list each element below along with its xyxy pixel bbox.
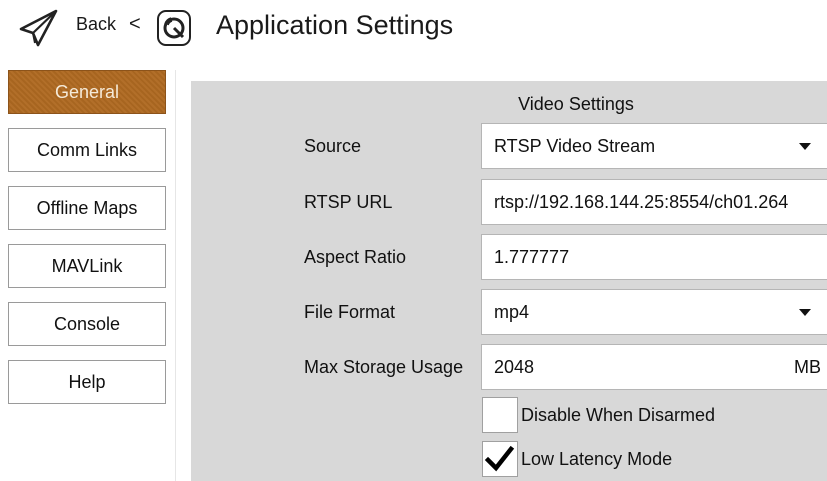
- aspect-ratio-input[interactable]: 1.777777: [481, 234, 827, 280]
- disable-when-disarmed-checkbox[interactable]: [482, 397, 518, 433]
- chevron-down-icon: [799, 143, 811, 150]
- max-storage-value: 2048: [494, 356, 535, 377]
- file-format-value: mp4: [494, 301, 530, 322]
- source-dropdown[interactable]: RTSP Video Stream: [481, 123, 827, 169]
- file-format-label: File Format: [304, 302, 396, 322]
- source-label: Source: [304, 136, 362, 156]
- paper-plane-icon[interactable]: [18, 7, 60, 49]
- section-title: Video Settings: [518, 94, 634, 114]
- sidebar-item-general[interactable]: General: [8, 70, 166, 114]
- breadcrumb-separator: <: [129, 13, 141, 35]
- rtsp-url-label: RTSP URL: [304, 192, 393, 212]
- chevron-down-icon: [799, 309, 811, 316]
- sidebar-item-console[interactable]: Console: [8, 302, 166, 346]
- file-format-dropdown[interactable]: mp4: [481, 289, 827, 335]
- sidebar-divider: [175, 70, 176, 481]
- max-storage-label: Max Storage Usage: [304, 357, 464, 377]
- aspect-ratio-value: 1.777777: [494, 246, 570, 267]
- sidebar-item-comm-links[interactable]: Comm Links: [8, 128, 166, 172]
- back-button[interactable]: Back: [76, 14, 116, 35]
- sidebar-item-mavlink[interactable]: MAVLink: [8, 244, 166, 288]
- sidebar-item-offline-maps[interactable]: Offline Maps: [8, 186, 166, 230]
- video-settings-panel: Video Settings Source RTSP Video Stream …: [191, 81, 827, 481]
- max-storage-input[interactable]: 2048 MB: [481, 344, 827, 390]
- rtsp-url-input[interactable]: rtsp://192.168.144.25:8554/ch01.264: [481, 179, 827, 225]
- low-latency-checkbox[interactable]: [482, 441, 518, 477]
- aspect-ratio-label: Aspect Ratio: [304, 247, 407, 267]
- rtsp-url-value: rtsp://192.168.144.25:8554/ch01.264: [494, 191, 789, 212]
- page-title: Application Settings: [216, 10, 454, 40]
- sidebar-item-help[interactable]: Help: [8, 360, 166, 404]
- checkmark-icon: [484, 445, 515, 472]
- top-bar: Back < Application Settings: [0, 0, 827, 60]
- low-latency-label: Low Latency Mode: [521, 449, 673, 469]
- source-value: RTSP Video Stream: [494, 135, 656, 156]
- max-storage-unit: MB: [794, 357, 821, 377]
- disable-when-disarmed-label: Disable When Disarmed: [521, 405, 716, 425]
- qgroundcontrol-logo-icon: [157, 10, 191, 46]
